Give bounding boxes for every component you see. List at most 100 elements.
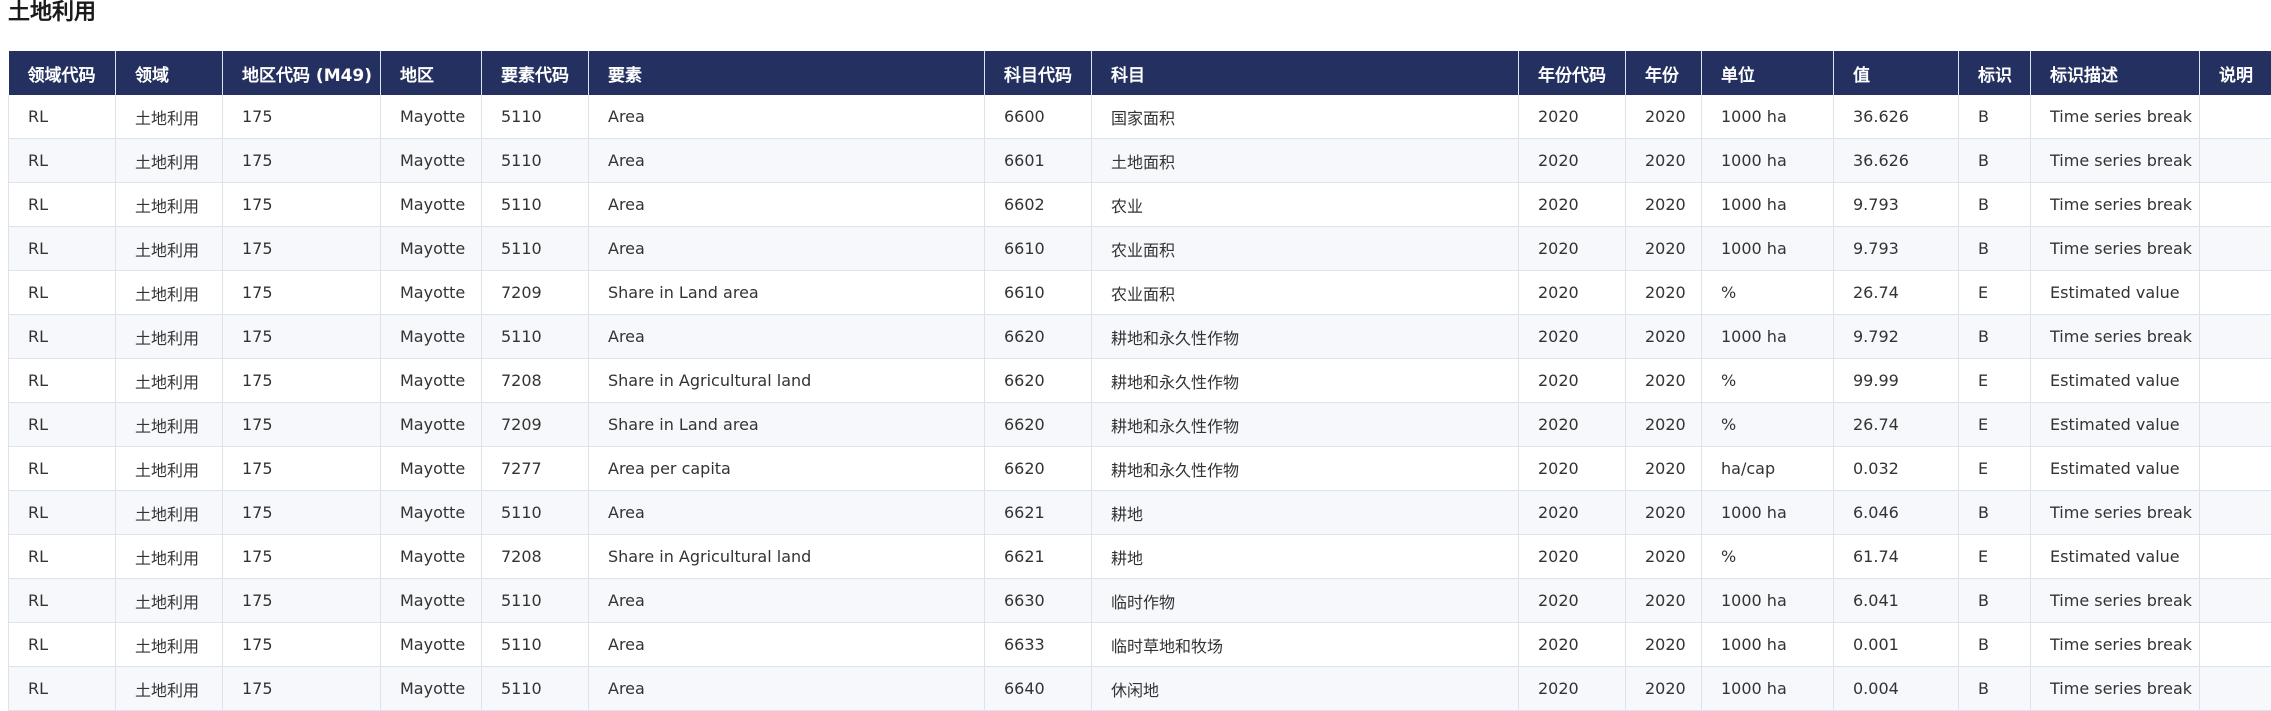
table-row[interactable]: RL土地利用175Mayotte5110Area6601土地面积20202020… — [9, 139, 2271, 183]
cell-element-code: 7277 — [482, 447, 589, 491]
cell-year-code: 2020 — [1519, 95, 1626, 139]
cell-element-code: 5110 — [482, 623, 589, 667]
cell-area: Mayotte — [381, 271, 482, 315]
table-row[interactable]: RL土地利用175Mayotte5110Area6620耕地和永久性作物2020… — [9, 315, 2271, 359]
cell-flag: B — [1959, 667, 2031, 711]
cell-domain: 土地利用 — [116, 227, 223, 271]
cell-flag: E — [1959, 271, 2031, 315]
cell-element: Share in Land area — [589, 271, 985, 315]
cell-element-code: 7208 — [482, 535, 589, 579]
page-title: 土地利用 — [8, 0, 96, 26]
cell-domain-code: RL — [9, 271, 116, 315]
table-row[interactable]: RL土地利用175Mayotte5110Area6610农业面积20202020… — [9, 227, 2271, 271]
cell-domain: 土地利用 — [116, 403, 223, 447]
cell-item-code: 6602 — [985, 183, 1092, 227]
cell-area-code: 175 — [223, 667, 381, 711]
column-header-flag-description[interactable]: 标识描述 — [2031, 51, 2200, 95]
column-header-area[interactable]: 地区 — [381, 51, 482, 95]
cell-element: Area — [589, 139, 985, 183]
cell-area: Mayotte — [381, 227, 482, 271]
cell-year: 2020 — [1626, 139, 1702, 183]
cell-value: 99.99 — [1834, 359, 1959, 403]
table-row[interactable]: RL土地利用175Mayotte5110Area6621耕地2020202010… — [9, 491, 2271, 535]
cell-flag-description: Time series break — [2031, 227, 2200, 271]
table-row[interactable]: RL土地利用175Mayotte5110Area6633临时草地和牧场20202… — [9, 623, 2271, 667]
cell-note — [2200, 623, 2271, 667]
cell-year-code: 2020 — [1519, 491, 1626, 535]
cell-flag: B — [1959, 227, 2031, 271]
table-row[interactable]: RL土地利用175Mayotte7208Share in Agricultura… — [9, 535, 2271, 579]
cell-area-code: 175 — [223, 447, 381, 491]
cell-domain: 土地利用 — [116, 579, 223, 623]
cell-year: 2020 — [1626, 183, 1702, 227]
cell-flag-description: Time series break — [2031, 491, 2200, 535]
column-header-area-code[interactable]: 地区代码 (M49) — [223, 51, 381, 95]
cell-item: 农业面积 — [1092, 227, 1519, 271]
data-table-container: 领域代码领域地区代码 (M49)地区要素代码要素科目代码科目年份代码年份单位值标… — [8, 51, 2271, 711]
cell-flag: E — [1959, 359, 2031, 403]
cell-domain-code: RL — [9, 447, 116, 491]
cell-domain: 土地利用 — [116, 271, 223, 315]
cell-flag: B — [1959, 315, 2031, 359]
column-header-unit[interactable]: 单位 — [1702, 51, 1834, 95]
cell-domain: 土地利用 — [116, 535, 223, 579]
cell-year-code: 2020 — [1519, 183, 1626, 227]
cell-element-code: 7209 — [482, 403, 589, 447]
cell-year: 2020 — [1626, 315, 1702, 359]
column-header-domain-code[interactable]: 领域代码 — [9, 51, 116, 95]
column-header-item-code[interactable]: 科目代码 — [985, 51, 1092, 95]
cell-element: Share in Agricultural land — [589, 359, 985, 403]
cell-domain: 土地利用 — [116, 359, 223, 403]
cell-area-code: 175 — [223, 315, 381, 359]
cell-domain-code: RL — [9, 359, 116, 403]
cell-unit: 1000 ha — [1702, 623, 1834, 667]
column-header-element-code[interactable]: 要素代码 — [482, 51, 589, 95]
column-header-year-code[interactable]: 年份代码 — [1519, 51, 1626, 95]
column-header-note[interactable]: 说明 — [2200, 51, 2271, 95]
table-row[interactable]: RL土地利用175Mayotte5110Area6630临时作物20202020… — [9, 579, 2271, 623]
cell-flag-description: Time series break — [2031, 579, 2200, 623]
cell-item-code: 6621 — [985, 535, 1092, 579]
cell-item-code: 6600 — [985, 95, 1092, 139]
table-row[interactable]: RL土地利用175Mayotte5110Area6600国家面积20202020… — [9, 95, 2271, 139]
cell-year-code: 2020 — [1519, 667, 1626, 711]
cell-year: 2020 — [1626, 403, 1702, 447]
cell-item: 休闲地 — [1092, 667, 1519, 711]
column-header-value[interactable]: 值 — [1834, 51, 1959, 95]
cell-element: Area — [589, 227, 985, 271]
column-header-flag[interactable]: 标识 — [1959, 51, 2031, 95]
cell-note — [2200, 95, 2271, 139]
cell-value: 0.032 — [1834, 447, 1959, 491]
cell-item: 农业面积 — [1092, 271, 1519, 315]
table-row[interactable]: RL土地利用175Mayotte7209Share in Land area66… — [9, 403, 2271, 447]
table-row[interactable]: RL土地利用175Mayotte7277Area per capita6620耕… — [9, 447, 2271, 491]
cell-note — [2200, 491, 2271, 535]
cell-flag: E — [1959, 403, 2031, 447]
cell-area: Mayotte — [381, 359, 482, 403]
column-header-item[interactable]: 科目 — [1092, 51, 1519, 95]
cell-year: 2020 — [1626, 227, 1702, 271]
column-header-element[interactable]: 要素 — [589, 51, 985, 95]
cell-unit: % — [1702, 359, 1834, 403]
table-row[interactable]: RL土地利用175Mayotte7208Share in Agricultura… — [9, 359, 2271, 403]
cell-item-code: 6621 — [985, 491, 1092, 535]
table-row[interactable]: RL土地利用175Mayotte7209Share in Land area66… — [9, 271, 2271, 315]
column-header-year[interactable]: 年份 — [1626, 51, 1702, 95]
cell-year-code: 2020 — [1519, 359, 1626, 403]
cell-flag-description: Estimated value — [2031, 359, 2200, 403]
cell-area: Mayotte — [381, 139, 482, 183]
cell-item: 耕地和永久性作物 — [1092, 315, 1519, 359]
cell-flag: B — [1959, 623, 2031, 667]
cell-note — [2200, 403, 2271, 447]
table-row[interactable]: RL土地利用175Mayotte5110Area6602农业2020202010… — [9, 183, 2271, 227]
cell-note — [2200, 447, 2271, 491]
column-header-domain[interactable]: 领域 — [116, 51, 223, 95]
cell-unit: 1000 ha — [1702, 667, 1834, 711]
cell-area-code: 175 — [223, 271, 381, 315]
cell-domain-code: RL — [9, 491, 116, 535]
cell-unit: 1000 ha — [1702, 183, 1834, 227]
cell-item-code: 6601 — [985, 139, 1092, 183]
cell-note — [2200, 183, 2271, 227]
table-row[interactable]: RL土地利用175Mayotte5110Area6640休闲地202020201… — [9, 667, 2271, 711]
cell-domain-code: RL — [9, 403, 116, 447]
